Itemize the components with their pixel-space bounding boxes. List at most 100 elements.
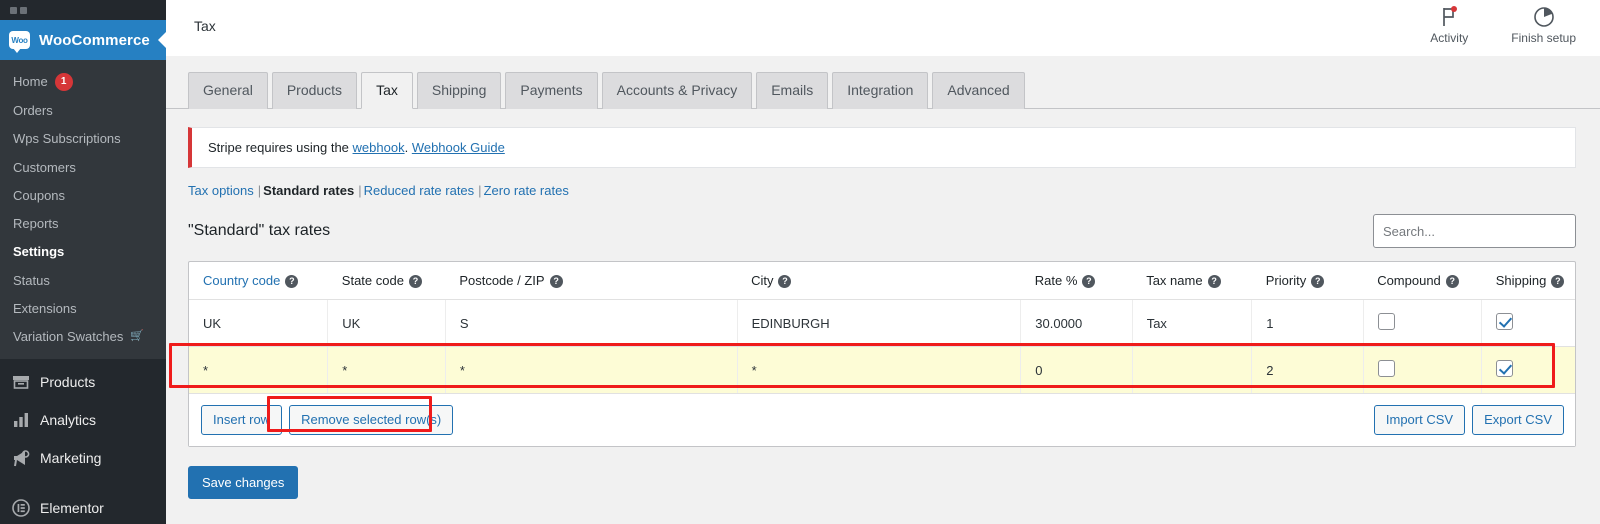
woocommerce-tax-settings-screen: Woo WooCommerce Home 1 Orders Wps Subscr… [0,0,1600,524]
tab-emails[interactable]: Emails [756,72,829,110]
sidebar-item-marketing[interactable]: Marketing [0,439,166,477]
help-icon[interactable]: ? [1551,274,1565,288]
sidebar-item-settings[interactable]: Settings [0,238,166,266]
column-label: City [751,273,774,289]
cell-city[interactable]: * [737,346,1022,395]
tab-shipping[interactable]: Shipping [416,72,502,110]
tab-general[interactable]: General [188,72,268,110]
column-header-priority: Priority? [1251,262,1364,301]
sidebar-item-wps-subscriptions[interactable]: Wps Subscriptions [0,125,166,153]
sidebar-item-extensions[interactable]: Extensions [0,295,166,323]
column-header-country-code[interactable]: Country code? [189,262,328,301]
tab-accounts-privacy[interactable]: Accounts & Privacy [601,72,753,110]
column-label: Tax name [1146,273,1203,289]
compound-checkbox[interactable] [1377,360,1395,378]
column-label: Compound [1377,273,1441,289]
import-csv-button[interactable]: Import CSV [1373,405,1466,435]
sidebar-item-home[interactable]: Home 1 [0,67,166,97]
help-icon[interactable]: ? [778,274,792,288]
sidebar-item-elementor[interactable]: Elementor [0,489,166,524]
help-icon[interactable]: ? [549,274,563,288]
help-icon[interactable]: ? [408,274,422,288]
sidebar-item-analytics[interactable]: Analytics [0,401,166,439]
stripe-webhook-notice: Stripe requires using the webhook. Webho… [188,127,1576,169]
subnav-standard-rates[interactable]: Standard rates [263,183,354,198]
column-header-shipping: Shipping? [1481,262,1575,301]
activity-button[interactable]: Activity [1421,5,1477,45]
cell-postcode[interactable]: S [445,299,738,348]
column-label: Postcode / ZIP [459,273,545,289]
sidebar-item-coupons[interactable]: Coupons [0,182,166,210]
tab-integration[interactable]: Integration [832,72,929,110]
sidebar-item-variation-swatches[interactable]: Variation Swatches 🛒 [0,323,166,351]
column-header-compound: Compound? [1363,262,1482,301]
table-footer: Insert row Remove selected row(s) Import… [189,394,1575,446]
help-icon[interactable]: ? [1311,274,1325,288]
cell-postcode[interactable]: * [445,346,738,395]
sidebar-item-label: Extensions [13,300,77,316]
help-icon[interactable]: ? [285,274,299,288]
home-badge-count: 1 [54,73,73,91]
sidebar-item-label: Analytics [40,412,97,429]
cell-rate[interactable]: 30.0000 [1020,299,1133,348]
sidebar-item-reports[interactable]: Reports [0,210,166,238]
admin-bar-dot [20,6,27,14]
table-row[interactable]: UK UK S EDINBURGH 30.0000 Tax 1 [189,299,1575,348]
sidebar-item-label: Orders [13,103,53,118]
cell-country-code[interactable]: * [189,346,329,395]
cell-tax-name[interactable] [1132,346,1253,395]
sidebar-item-status[interactable]: Status [0,267,166,295]
search-input[interactable] [1373,214,1576,249]
sidebar-brand-woocommerce[interactable]: Woo WooCommerce [0,20,166,60]
tab-products[interactable]: Products [271,72,358,110]
subnav-separator: | [478,183,482,199]
shipping-checkbox[interactable] [1496,360,1514,378]
finish-setup-button[interactable]: Finish setup [1511,5,1576,45]
sidebar-item-customers[interactable]: Customers [0,154,166,182]
page-title: Tax [194,18,216,34]
sidebar-item-orders[interactable]: Orders [0,97,166,125]
column-label: State code [341,273,404,289]
cell-shipping [1481,299,1575,348]
help-icon[interactable]: ? [1207,274,1221,288]
subnav-zero-rate-rates[interactable]: Zero rate rates [484,183,569,198]
cell-rate[interactable]: 0 [1020,346,1133,395]
save-changes-button[interactable]: Save changes [188,465,299,499]
flag-icon [1436,5,1462,29]
cell-state-code[interactable]: UK [327,299,446,348]
admin-bar [0,0,166,20]
table-footer-left: Insert row Remove selected row(s) [201,405,454,435]
analytics-icon [11,410,31,430]
cell-priority[interactable]: 2 [1251,346,1364,395]
cell-tax-name[interactable]: Tax [1132,299,1253,348]
insert-row-button[interactable]: Insert row [201,405,283,435]
tab-payments[interactable]: Payments [505,72,598,110]
column-label: Priority [1265,273,1307,289]
tab-tax[interactable]: Tax [361,72,413,110]
sidebar-item-label: Settings [13,244,65,260]
subnav-reduced-rate-rates[interactable]: Reduced rate rates [364,183,475,198]
tab-advanced[interactable]: Advanced [932,72,1025,110]
shipping-checkbox[interactable] [1496,313,1514,331]
sidebar-item-products[interactable]: Products [0,363,166,401]
webhook-link[interactable]: webhook [353,140,405,155]
export-csv-button[interactable]: Export CSV [1472,405,1564,435]
column-header-rate: Rate %? [1020,262,1133,301]
cell-state-code[interactable]: * [327,346,446,395]
cell-city[interactable]: EDINBURGH [737,299,1022,348]
table-row[interactable]: * * * * 0 2 [189,346,1575,395]
help-icon[interactable]: ? [1445,274,1459,288]
sidebar-submenu: Home 1 Orders Wps Subscriptions Customer… [0,60,166,360]
cell-country-code[interactable]: UK [189,299,329,348]
megaphone-icon [11,448,31,468]
webhook-guide-link[interactable]: Webhook Guide [412,140,505,155]
subnav-tax-options[interactable]: Tax options [188,183,254,198]
sidebar-item-label: Marketing [40,450,102,467]
activity-label: Activity [1430,31,1469,45]
compound-checkbox[interactable] [1377,313,1395,331]
remove-selected-rows-button[interactable]: Remove selected row(s) [289,405,454,435]
standard-rates-title: "Standard" tax rates [188,222,331,240]
help-icon[interactable]: ? [1082,274,1096,288]
cell-priority[interactable]: 1 [1251,299,1364,348]
column-label: Rate % [1034,273,1078,289]
